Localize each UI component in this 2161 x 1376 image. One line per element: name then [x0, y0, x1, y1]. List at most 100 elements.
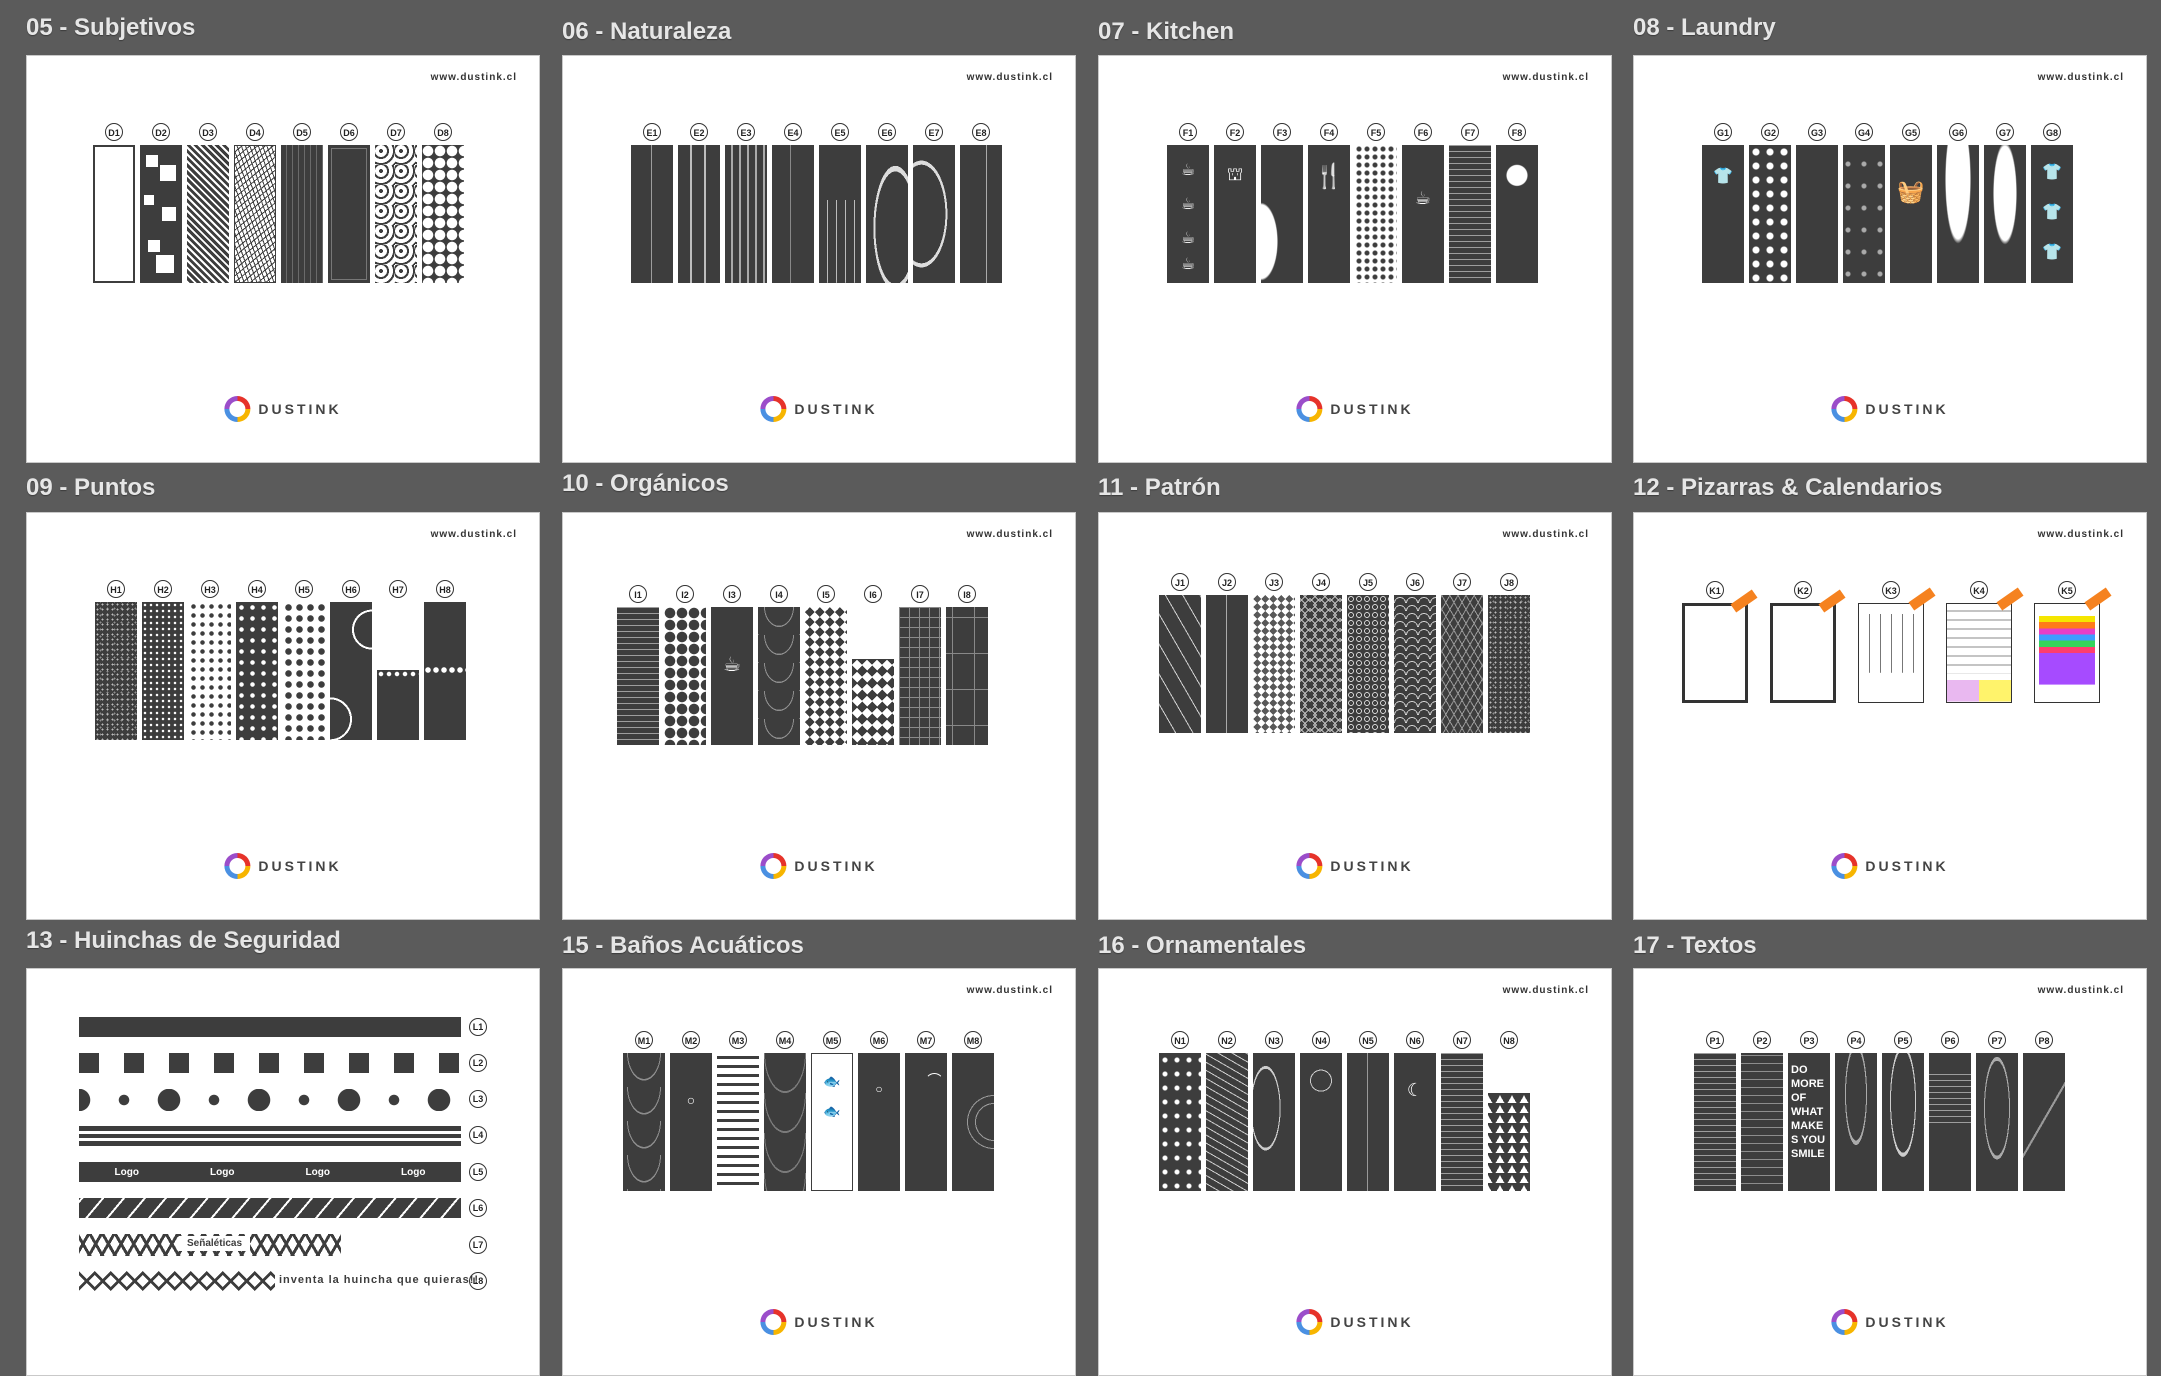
slide-card-15[interactable]: www.dustink.cl M1 M2 ○ M3 M4 M5 🐟 🐟 M6 ○ M7 ⌒…	[562, 968, 1076, 1376]
panel-n5[interactable]	[1347, 1053, 1389, 1191]
panel-h4[interactable]	[236, 602, 278, 740]
panel-n6[interactable]: ☾	[1394, 1053, 1436, 1191]
panel-f8[interactable]	[1496, 145, 1538, 283]
slide-card-16[interactable]: www.dustink.cl N1 N2 N3 N4 N5 N6 ☾ N7 N8 …	[1098, 968, 1612, 1376]
panel-h7[interactable]	[377, 670, 419, 740]
panel-e2[interactable]	[678, 145, 720, 283]
panel-m8[interactable]	[952, 1053, 994, 1191]
panel-f4[interactable]: 🍴	[1308, 145, 1350, 283]
board-k3[interactable]	[1858, 587, 1936, 703]
slide-card-09[interactable]: www.dustink.cl H1 H2 H3 H4 H5 H6 H7 H8 D…	[26, 512, 540, 920]
panel-j3[interactable]	[1253, 595, 1295, 733]
slide-card-17[interactable]: www.dustink.cl P1 P2 P3 DO MORE OF WHAT M…	[1633, 968, 2147, 1376]
panel-f2[interactable]: ⛫	[1214, 145, 1256, 283]
slide-card-06[interactable]: www.dustink.cl E1 E2 E3 E4 E5 E6 E7 E8 D…	[562, 55, 1076, 463]
panel-p1[interactable]	[1694, 1053, 1736, 1191]
stripe-l8[interactable]	[79, 1269, 275, 1293]
panel-g6[interactable]	[1937, 145, 1979, 283]
stripe-l2[interactable]	[79, 1053, 461, 1073]
panel-j6[interactable]	[1394, 595, 1436, 733]
panel-n2[interactable]	[1206, 1053, 1248, 1191]
panel-g1[interactable]: 👕	[1702, 145, 1744, 283]
panel-m7[interactable]: ⌒	[905, 1053, 947, 1191]
panel-n4[interactable]	[1300, 1053, 1342, 1191]
panel-m5[interactable]: 🐟 🐟	[811, 1053, 853, 1191]
panel-j5[interactable]	[1347, 595, 1389, 733]
panel-e1[interactable]	[631, 145, 673, 283]
stripe-l4[interactable]	[79, 1126, 461, 1146]
stripe-l1[interactable]	[79, 1017, 461, 1037]
panel-j2[interactable]	[1206, 595, 1248, 733]
panel-d8[interactable]	[422, 145, 464, 283]
panel-f7[interactable]	[1449, 145, 1491, 283]
panel-g5[interactable]: 🧺	[1890, 145, 1932, 283]
panel-n7[interactable]	[1441, 1053, 1483, 1191]
panel-d7[interactable]	[375, 145, 417, 283]
panel-d5[interactable]	[281, 145, 323, 283]
panel-e4[interactable]	[772, 145, 814, 283]
panel-g7[interactable]	[1984, 145, 2026, 283]
panel-f3[interactable]	[1261, 145, 1303, 283]
board-k4[interactable]	[1946, 587, 2024, 703]
panel-p6[interactable]	[1929, 1053, 1971, 1191]
panel-i8[interactable]	[946, 607, 988, 745]
panel-d2[interactable]	[140, 145, 182, 283]
slide-card-12[interactable]: www.dustink.cl K1 K2 K3 K4 K5 DUSTINK	[1633, 512, 2147, 920]
slide-card-13[interactable]: L1 L2 L3 L4 Logo Logo Logo Logo L5 L6 Se…	[26, 968, 540, 1376]
panel-i2[interactable]	[664, 607, 706, 745]
panel-f5[interactable]	[1355, 145, 1397, 283]
panel-p2[interactable]	[1741, 1053, 1783, 1191]
panel-j8[interactable]	[1488, 595, 1530, 733]
panel-d3[interactable]	[187, 145, 229, 283]
panel-h5[interactable]	[283, 602, 325, 740]
panel-m2[interactable]: ○	[670, 1053, 712, 1191]
panel-g3[interactable]	[1796, 145, 1838, 283]
panel-p8[interactable]	[2023, 1053, 2065, 1191]
panel-d4[interactable]	[234, 145, 276, 283]
slide-card-11[interactable]: www.dustink.cl J1 J2 J3 J4 J5 J6 J7 J8 D…	[1098, 512, 1612, 920]
panel-j4[interactable]	[1300, 595, 1342, 733]
panel-n1[interactable]	[1159, 1053, 1201, 1191]
panel-e8[interactable]	[960, 145, 1002, 283]
panel-h2[interactable]	[142, 602, 184, 740]
panel-p3[interactable]: DO MORE OF WHAT MAKES YOU SMILE	[1788, 1053, 1830, 1191]
panel-f6[interactable]: ☕	[1402, 145, 1444, 283]
slide-card-08[interactable]: www.dustink.cl G1 👕 G2 G3 G4 G5 🧺 G6 G7 G8…	[1633, 55, 2147, 463]
panel-i3[interactable]: ☕	[711, 607, 753, 745]
panel-i4[interactable]	[758, 607, 800, 745]
panel-m6[interactable]: ○	[858, 1053, 900, 1191]
panel-i5[interactable]	[805, 607, 847, 745]
panel-p4[interactable]	[1835, 1053, 1877, 1191]
panel-h8[interactable]	[424, 602, 466, 740]
board-k5[interactable]	[2034, 587, 2112, 703]
slide-card-07[interactable]: www.dustink.cl F1 ☕ ☕ ☕ ☕ F2 ⛫ F3 F4 🍴 F5 F6 ☕ …	[1098, 55, 1612, 463]
panel-e6[interactable]	[866, 145, 908, 283]
stripe-l6[interactable]	[79, 1198, 461, 1218]
slide-card-05[interactable]: www.dustink.cl D1 D2 D3 D4 D5 D6 D7 D8 D…	[26, 55, 540, 463]
panel-p5[interactable]	[1882, 1053, 1924, 1191]
panel-n3[interactable]	[1253, 1053, 1295, 1191]
panel-d6[interactable]	[328, 145, 370, 283]
stripe-l5[interactable]: Logo Logo Logo Logo	[79, 1162, 461, 1182]
panel-j7[interactable]	[1441, 595, 1483, 733]
board-k1[interactable]	[1682, 589, 1758, 703]
stripe-l7[interactable]: Señaléticas	[79, 1234, 341, 1256]
panel-n8[interactable]	[1488, 1053, 1530, 1191]
panel-h1[interactable]	[95, 602, 137, 740]
panel-i6[interactable]	[852, 607, 894, 745]
board-k2[interactable]	[1770, 589, 1846, 703]
panel-h3[interactable]	[189, 602, 231, 740]
panel-h6[interactable]	[330, 602, 372, 740]
stripe-l3[interactable]	[79, 1089, 461, 1111]
panel-e5[interactable]	[819, 145, 861, 283]
panel-p7[interactable]	[1976, 1053, 2018, 1191]
slide-card-10[interactable]: www.dustink.cl I1 I2 I3 ☕ I4 I5 I6 I7 I8 …	[562, 512, 1076, 920]
panel-g2[interactable]	[1749, 145, 1791, 283]
panel-i1[interactable]	[617, 607, 659, 745]
panel-m4[interactable]	[764, 1053, 806, 1191]
panel-i7[interactable]	[899, 607, 941, 745]
panel-g8[interactable]: 👕 👕 👕	[2031, 145, 2073, 283]
panel-d1[interactable]	[93, 145, 135, 283]
panel-g4[interactable]	[1843, 145, 1885, 283]
panel-j1[interactable]	[1159, 595, 1201, 733]
